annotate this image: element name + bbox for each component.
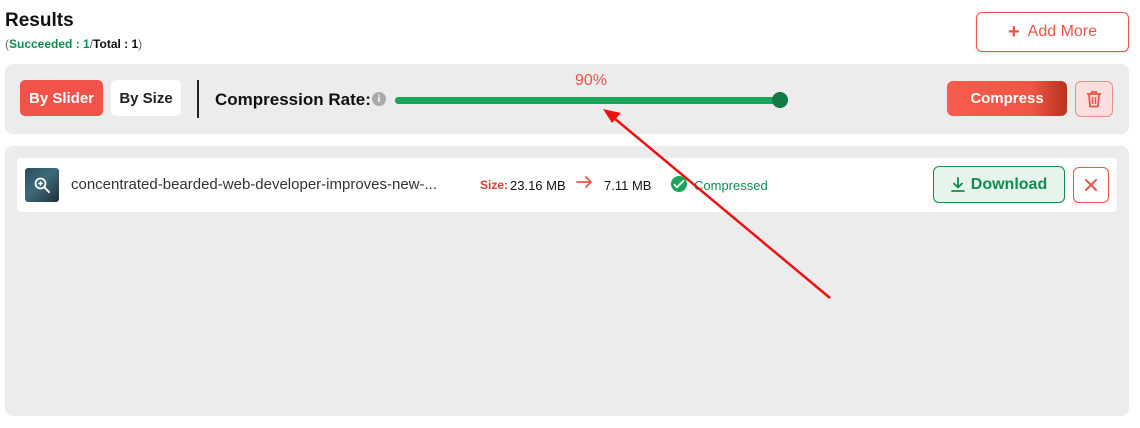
page-title: Results	[5, 10, 74, 31]
trash-icon	[1087, 91, 1101, 108]
slider-thumb[interactable]	[772, 92, 788, 108]
by-size-tab[interactable]: By Size	[111, 80, 181, 116]
results-stats: (Succeeded : 1/Total : 1)	[5, 37, 142, 51]
clear-all-button[interactable]	[1075, 81, 1113, 117]
add-more-button[interactable]: + Add More	[976, 12, 1129, 52]
close-icon	[1085, 179, 1097, 191]
compression-rate-label: Compression Rate:	[215, 90, 371, 109]
stats-close-paren: )	[138, 37, 143, 51]
file-name: concentrated-bearded-web-developer-impro…	[71, 176, 438, 193]
status-badge: Compressed	[694, 178, 768, 193]
zoom-icon	[34, 177, 50, 193]
compress-button[interactable]: Compress	[947, 81, 1067, 116]
file-list: concentrated-bearded-web-developer-impro…	[5, 146, 1129, 416]
plus-icon: +	[1007, 21, 1020, 43]
download-button[interactable]: Download	[933, 166, 1065, 203]
file-thumbnail[interactable]	[25, 168, 59, 202]
check-circle-icon	[671, 176, 687, 192]
slider-fill	[395, 97, 742, 104]
add-more-label: Add More	[1027, 23, 1098, 40]
by-slider-tab[interactable]: By Slider	[20, 80, 103, 116]
results-header: Results (Succeeded : 1/Total : 1)	[5, 10, 142, 51]
remove-file-button[interactable]	[1073, 167, 1109, 203]
compression-rate-slider[interactable]	[395, 97, 780, 104]
download-icon	[950, 177, 965, 192]
arrow-right-icon	[576, 176, 592, 188]
list-item: concentrated-bearded-web-developer-impro…	[17, 158, 1117, 212]
total-count: Total : 1	[93, 37, 139, 51]
size-label: Size:	[480, 178, 509, 192]
succeeded-count: Succeeded : 1	[9, 37, 90, 51]
compression-rate-value: 90%	[575, 72, 608, 89]
toolbar-divider	[197, 80, 199, 118]
info-icon[interactable]: i	[372, 92, 386, 106]
original-size: 23.16 MB	[510, 178, 566, 193]
download-label: Download	[970, 175, 1048, 193]
compressed-size: 7.11 MB	[604, 178, 652, 193]
compression-toolbar: By Slider By Size Compression Rate: i 90…	[5, 64, 1129, 134]
